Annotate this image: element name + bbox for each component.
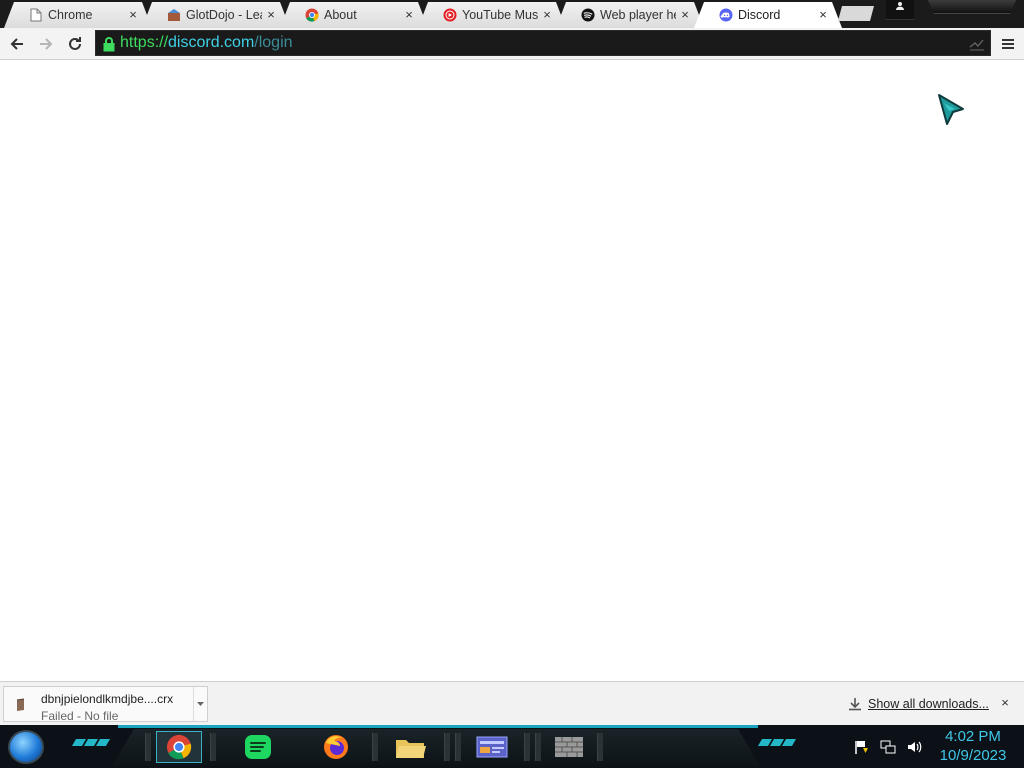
browser-menu-button[interactable]: [998, 32, 1018, 56]
page-content[interactable]: [0, 61, 1024, 681]
firefox-icon: [324, 735, 348, 759]
tab-close-button[interactable]: ×: [402, 6, 416, 24]
person-icon: [896, 2, 904, 10]
tab-chrome[interactable]: Chrome ×: [4, 2, 152, 28]
taskbar-clock[interactable]: 4:02 PM 10/9/2023: [930, 727, 1016, 765]
show-all-downloads-link[interactable]: Show all downloads...: [848, 695, 989, 713]
spotify-icon: [245, 735, 271, 759]
window-controls[interactable]: [928, 0, 1016, 14]
taskbar-app-spotify[interactable]: [235, 731, 281, 763]
taskbar-app-file-explorer[interactable]: [387, 731, 433, 763]
file-icon: [16, 698, 25, 711]
file-explorer-icon: [396, 740, 426, 758]
tab-title: GlotDojo - Lear: [186, 8, 262, 22]
discord-icon: [718, 7, 734, 23]
taskbar-separator: [444, 733, 450, 761]
page-icon: [28, 7, 44, 23]
tab-title: About: [324, 8, 357, 22]
chevron-decoration-icon: [71, 739, 111, 746]
taskbar-separator: [524, 733, 530, 761]
taskbar-app-firewall[interactable]: [546, 731, 592, 763]
back-button[interactable]: [5, 32, 29, 56]
chevron-decoration-icon: [757, 739, 797, 746]
address-bar[interactable]: https://discord.com/login: [95, 30, 991, 56]
chevron-down-icon: [197, 701, 204, 706]
lock-icon: [103, 37, 115, 52]
tab-close-button[interactable]: ×: [126, 6, 140, 24]
control-panel-icon: [476, 736, 508, 758]
taskbar-separator: [455, 733, 461, 761]
reload-button[interactable]: [63, 32, 87, 56]
tab-close-button[interactable]: ×: [678, 6, 692, 24]
taskbar-separator: [145, 733, 151, 761]
tab-close-button[interactable]: ×: [816, 6, 830, 24]
taskbar-separator: [210, 733, 216, 761]
tab-title: Web player hel: [600, 8, 676, 22]
download-options-button[interactable]: [193, 687, 207, 721]
taskbar-separator: [597, 733, 603, 761]
taskbar-accent-line: [118, 725, 758, 728]
show-all-downloads-label: Show all downloads...: [868, 697, 989, 711]
tab-title: YouTube Music: [462, 8, 538, 22]
tab-spotify-help[interactable]: Web player hel ×: [556, 2, 704, 28]
profile-button[interactable]: [886, 0, 914, 20]
network-icon[interactable]: [880, 739, 896, 755]
download-item[interactable]: dbnjpielondlkmdjbe....crx Failed - No fi…: [3, 686, 208, 723]
browser-toolbar: https://discord.com/login: [0, 28, 1024, 60]
firewall-icon: [555, 737, 583, 757]
clock-date: 10/9/2023: [939, 747, 1007, 764]
tab-close-button[interactable]: ×: [540, 6, 554, 24]
start-button[interactable]: [8, 730, 44, 764]
download-filename: dbnjpielondlkmdjbe....crx: [41, 692, 174, 706]
download-icon: [849, 698, 861, 711]
tab-glotdojo[interactable]: GlotDojo - Lear ×: [142, 2, 290, 28]
forward-button[interactable]: [34, 32, 58, 56]
tab-strip: Chrome × GlotDojo - Lear × About × YouTu…: [0, 0, 1024, 28]
url-path: /login: [254, 34, 293, 51]
system-tray: [854, 739, 922, 755]
chrome-icon: [166, 734, 192, 760]
new-tab-button[interactable]: [838, 6, 874, 21]
tab-about[interactable]: About ×: [280, 2, 428, 28]
mouse-cursor-icon: [938, 94, 964, 125]
glotdojo-icon: [166, 7, 182, 23]
tab-close-button[interactable]: ×: [264, 6, 278, 24]
volume-icon[interactable]: [906, 739, 922, 755]
taskbar-app-control-panel[interactable]: [469, 731, 515, 763]
taskbar-separator: [535, 733, 541, 761]
download-status: Failed - No file: [41, 709, 119, 723]
url-host: discord.com: [168, 34, 255, 51]
hamburger-menu-icon: [1002, 39, 1014, 49]
extension-icon[interactable]: [968, 35, 986, 53]
clock-time: 4:02 PM: [945, 728, 1001, 745]
arrow-left-icon: [10, 38, 23, 50]
action-center-flag-icon[interactable]: [854, 739, 870, 755]
reload-icon: [69, 37, 81, 50]
spotify-icon: [580, 7, 596, 23]
tab-title: Discord: [738, 8, 781, 22]
tab-discord[interactable]: Discord ×: [694, 2, 842, 28]
taskbar: 4:02 PM 10/9/2023: [0, 725, 1024, 768]
download-shelf: dbnjpielondlkmdjbe....crx Failed - No fi…: [0, 681, 1024, 725]
chrome-icon: [304, 7, 320, 23]
tab-youtube-music[interactable]: YouTube Music ×: [418, 2, 566, 28]
url-text: https://discord.com/login: [120, 33, 293, 53]
tab-title: Chrome: [48, 8, 93, 22]
close-download-shelf-button[interactable]: ×: [997, 695, 1013, 711]
youtube-music-icon: [442, 7, 458, 23]
url-scheme: https://: [120, 34, 169, 51]
taskbar-app-firefox[interactable]: [313, 731, 359, 763]
taskbar-separator: [372, 733, 378, 761]
arrow-right-icon: [40, 38, 53, 50]
taskbar-app-chrome[interactable]: [156, 731, 202, 763]
